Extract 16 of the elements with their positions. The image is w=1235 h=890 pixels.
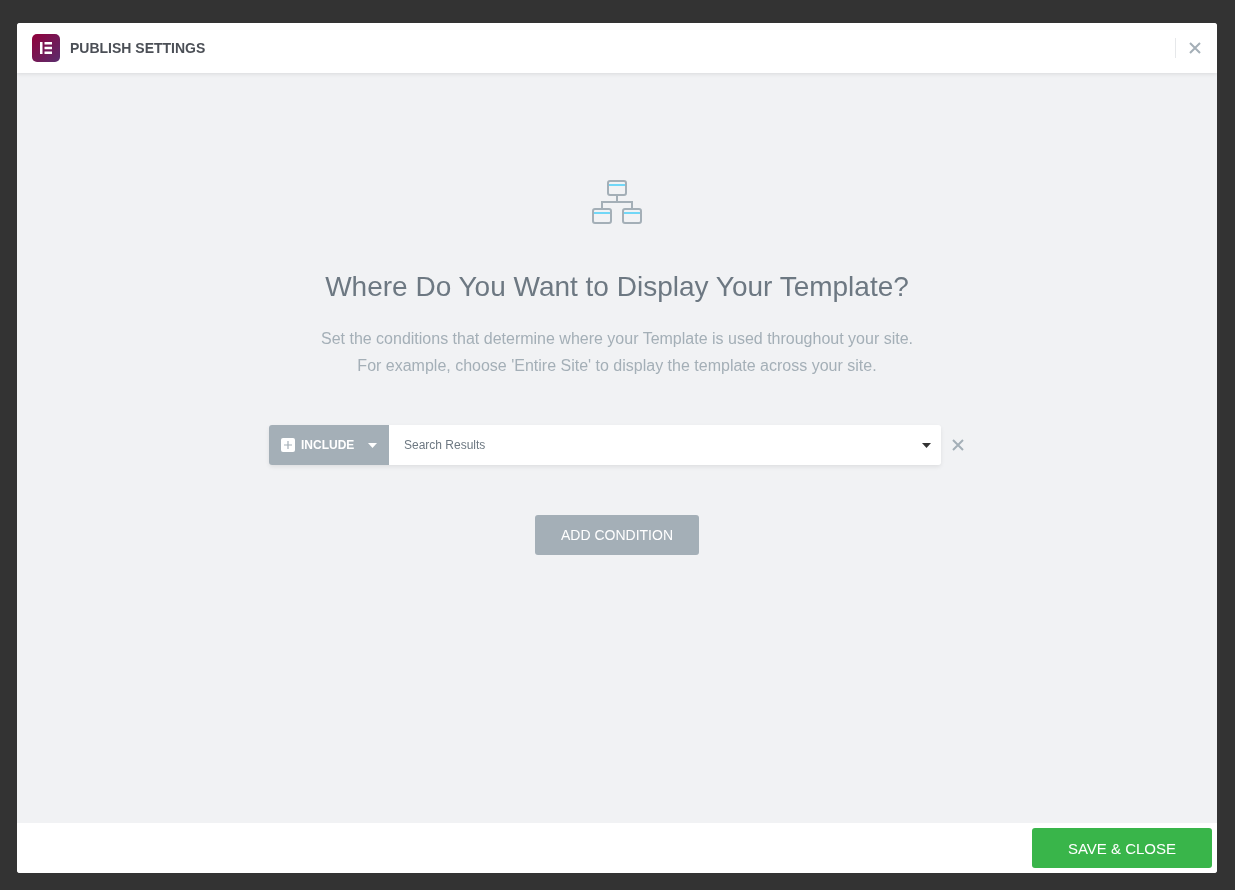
close-button[interactable] <box>1188 41 1202 55</box>
condition-type-dropdown[interactable]: INCLUDE <box>269 425 389 465</box>
condition-select[interactable]: Search Results <box>389 425 941 465</box>
plus-icon <box>281 438 295 452</box>
sitemap-icon <box>592 180 642 226</box>
caret-icon <box>368 442 377 448</box>
remove-condition-button[interactable] <box>951 438 965 452</box>
dialog-title: PUBLISH SETTINGS <box>70 40 207 56</box>
description: Set the conditions that determine where your Template is used throughout your site. For example, choose 'Entire Site' to display the template across your site. <box>320 329 913 376</box>
save-close-button[interactable]: SAVE & CLOSE <box>1032 828 1212 868</box>
logo-icon <box>32 34 60 62</box>
add-condition-button[interactable]: ADD CONDITION <box>535 515 699 555</box>
heading: Where Do You Want to Display Your Template? <box>325 271 909 303</box>
caret-icon <box>922 442 931 448</box>
close-icon <box>1188 41 1202 55</box>
close-icon <box>951 438 965 452</box>
